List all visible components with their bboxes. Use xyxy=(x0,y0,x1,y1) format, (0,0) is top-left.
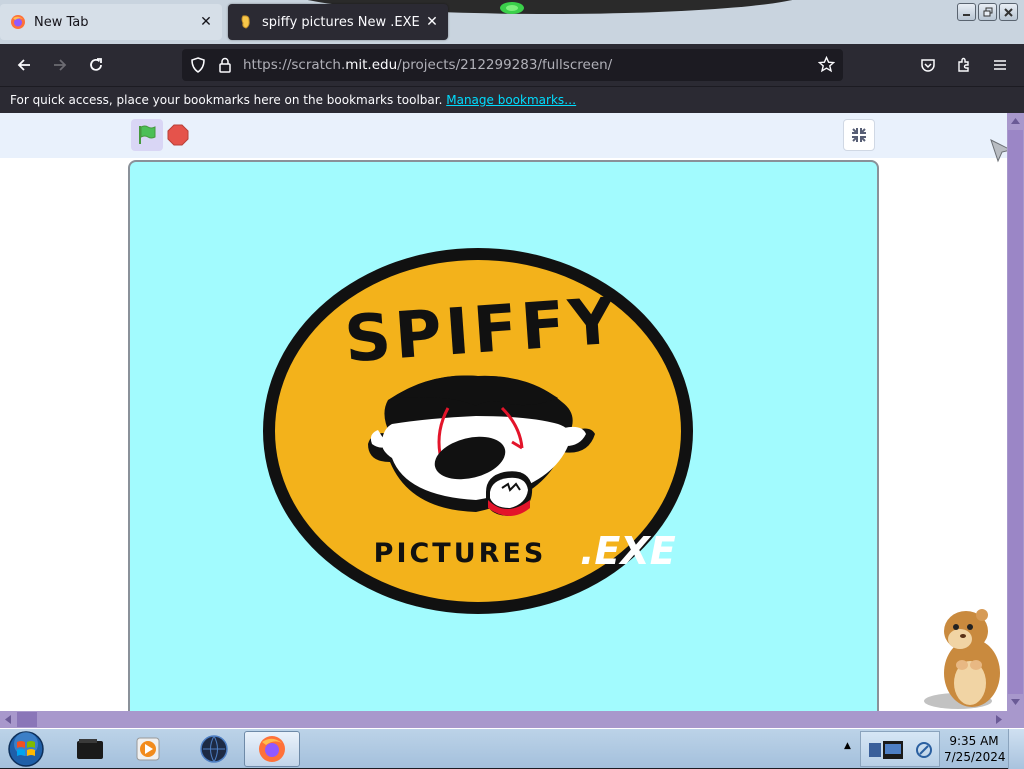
taskbar-item-firefox[interactable] xyxy=(244,731,300,767)
lock-icon[interactable] xyxy=(218,57,232,73)
cursor-icon xyxy=(990,139,1007,163)
bookmarks-toolbar: For quick access, place your bookmarks h… xyxy=(0,86,1024,113)
network-icon[interactable] xyxy=(915,740,933,760)
tray-app-icon[interactable] xyxy=(867,739,907,761)
taskbar-clock[interactable]: 9:35 AM 7/25/2024 xyxy=(944,733,1006,765)
windows-start-icon[interactable] xyxy=(6,730,46,768)
taskbar-item-globe[interactable] xyxy=(186,731,242,767)
tab-strip: New Tab ✕ spiffy pictures New .EXE Looks… xyxy=(0,0,1024,44)
taskbar-item-explorer[interactable] xyxy=(62,731,118,767)
forward-button[interactable] xyxy=(47,52,73,78)
scroll-right-icon[interactable] xyxy=(994,714,1004,725)
globe-icon xyxy=(200,735,228,763)
clock-date: 7/25/2024 xyxy=(944,750,1006,764)
back-button[interactable] xyxy=(11,52,37,78)
close-icon xyxy=(1004,7,1013,17)
scroll-down-icon[interactable] xyxy=(1010,697,1021,707)
tab-new-tab[interactable]: New Tab ✕ xyxy=(0,4,222,40)
scroll-left-icon[interactable] xyxy=(3,714,13,725)
spiffy-pictures-logo: SPIFFY PICTURES .EXE xyxy=(263,248,693,614)
media-player-icon xyxy=(136,737,160,761)
folder-icon xyxy=(77,739,103,759)
scratch-icon xyxy=(241,15,250,29)
menu-icon xyxy=(994,60,1006,70)
menu-button[interactable] xyxy=(987,52,1013,78)
minimize-icon xyxy=(963,13,970,16)
extensions-button[interactable] xyxy=(951,52,977,78)
back-arrow-icon xyxy=(17,59,30,71)
green-flag-button[interactable] xyxy=(131,119,163,151)
exit-fullscreen-icon xyxy=(852,128,866,142)
reload-button[interactable] xyxy=(83,52,109,78)
tray-expand-icon[interactable]: ▲ xyxy=(844,741,851,751)
show-desktop-button[interactable] xyxy=(1008,729,1024,769)
navigation-toolbar: https://scratch.mit.edu/projects/2122992… xyxy=(0,44,1024,86)
close-window-button[interactable] xyxy=(999,3,1018,21)
vertical-scroll-thumb[interactable] xyxy=(1008,130,1023,694)
logo-bottom-text: PICTURES xyxy=(374,538,547,569)
vertical-scrollbar[interactable] xyxy=(1007,113,1024,711)
system-tray xyxy=(860,731,940,767)
tab-title: spiffy pictures New .EXE Looks xyxy=(262,14,422,30)
taskbar-item-media-player[interactable] xyxy=(120,731,176,767)
restore-icon xyxy=(983,7,992,17)
horizontal-scrollbar[interactable] xyxy=(0,711,1024,728)
close-icon[interactable]: ✕ xyxy=(196,14,216,30)
bookmarks-hint: For quick access, place your bookmarks h… xyxy=(10,93,576,107)
url-text[interactable]: https://scratch.mit.edu/projects/2122992… xyxy=(243,57,612,73)
stop-icon[interactable] xyxy=(167,124,189,146)
stage-controls xyxy=(0,113,1007,158)
manage-bookmarks-link[interactable]: Manage bookmarks… xyxy=(446,93,576,107)
bookmarks-message: For quick access, place your bookmarks h… xyxy=(10,93,443,107)
wallpaper-glow xyxy=(500,2,524,14)
scroll-up-icon[interactable] xyxy=(1010,116,1021,126)
logo-suffix-text: .EXE xyxy=(580,529,676,573)
clock-time: 9:35 AM xyxy=(949,734,999,748)
url-domain: mit.edu xyxy=(345,57,398,73)
page-content: SPIFFY PICTURES .EXE xyxy=(0,113,1007,711)
tab-scratch-project[interactable]: spiffy pictures New .EXE Looks ✕ xyxy=(228,4,448,40)
green-flag-icon xyxy=(139,125,156,144)
url-prefix: https://scratch. xyxy=(243,57,346,73)
url-path: /projects/212299283/fullscreen/ xyxy=(397,57,613,73)
pocket-button[interactable] xyxy=(915,52,941,78)
restore-button[interactable] xyxy=(978,3,997,21)
firefox-icon xyxy=(259,736,285,762)
forward-arrow-icon xyxy=(54,59,67,71)
minimize-button[interactable] xyxy=(957,3,976,21)
taskbar: ▲ 9:35 AM 7/25/2024 xyxy=(0,728,1024,769)
pocket-icon xyxy=(921,59,935,72)
firefox-icon xyxy=(11,15,25,29)
close-icon[interactable]: ✕ xyxy=(422,14,442,30)
window-controls xyxy=(957,3,1018,21)
reload-icon xyxy=(90,58,102,71)
tab-title: New Tab xyxy=(34,14,89,30)
shield-icon[interactable] xyxy=(190,57,206,73)
address-bar[interactable]: https://scratch.mit.edu/projects/2122992… xyxy=(182,49,843,81)
project-stage[interactable]: SPIFFY PICTURES .EXE xyxy=(128,160,879,711)
horizontal-scroll-thumb[interactable] xyxy=(17,712,37,727)
hamster-icon xyxy=(924,609,1000,709)
exit-fullscreen-button[interactable] xyxy=(843,119,875,151)
extensions-icon xyxy=(958,57,969,72)
star-icon[interactable] xyxy=(818,56,835,73)
